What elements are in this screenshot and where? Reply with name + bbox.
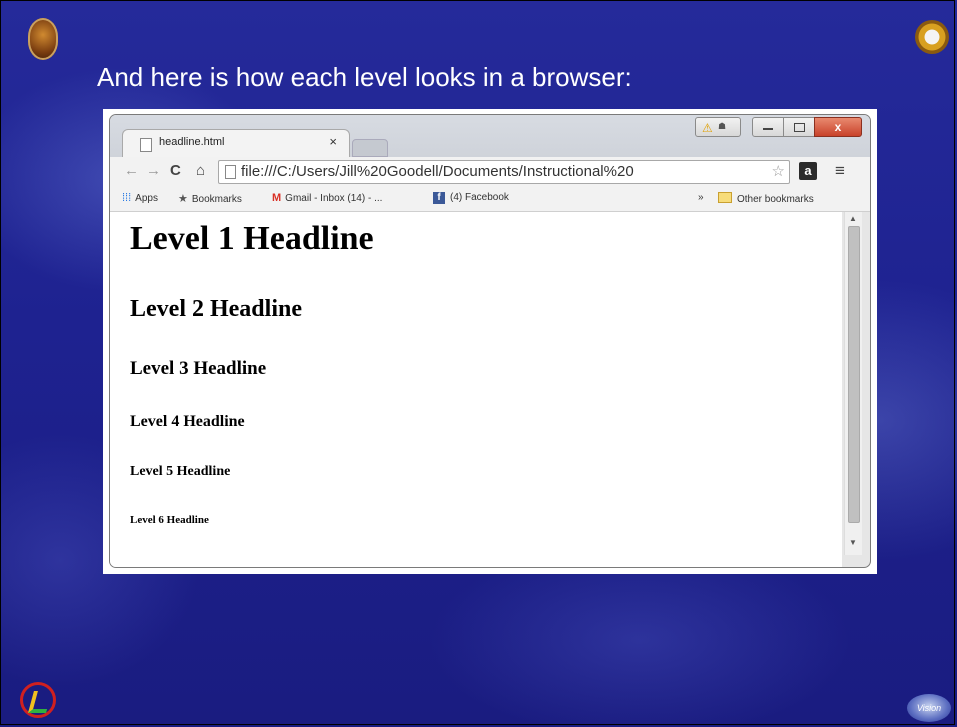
address-bar[interactable]: file:///C:/Users/Jill%20Goodell/Document… (218, 160, 790, 184)
reload-icon[interactable]: C (170, 162, 181, 179)
bookmark-label: Gmail - Inbox (14) - ... (285, 193, 383, 204)
home-icon[interactable]: ⌂ (196, 162, 205, 179)
headline-level-6: Level 6 Headline (130, 514, 209, 526)
amazon-extension-icon[interactable]: a (799, 162, 817, 180)
bookmark-apps[interactable]: ⁞⁞⁞ Apps (122, 192, 158, 204)
close-window-button[interactable]: x (814, 117, 862, 137)
scroll-up-arrow-icon[interactable]: ▲ (849, 214, 857, 223)
star-icon: ★ (178, 193, 188, 205)
tab-close-icon[interactable]: × (329, 134, 337, 149)
menu-icon[interactable]: ≡ (835, 161, 845, 181)
headline-level-3: Level 3 Headline (130, 358, 267, 379)
gmail-icon: M (272, 192, 282, 204)
gold-emblem-logo-icon (915, 20, 949, 54)
apps-icon: ⁞⁞⁞ (122, 192, 132, 204)
facebook-icon: f (433, 192, 445, 204)
maximize-button[interactable] (783, 117, 815, 137)
browser-screenshot: headline.html × ⚠ ☗ x ← → C ⌂ file:///C:… (103, 109, 877, 574)
bookmark-label: Bookmarks (191, 194, 242, 205)
bookmark-facebook[interactable]: f (4) Facebook (433, 192, 509, 204)
new-tab-button[interactable] (352, 139, 388, 157)
tab-headline-html[interactable]: headline.html × (122, 129, 350, 160)
window-warning-button[interactable]: ⚠ ☗ (695, 117, 741, 137)
vision-logo-icon: Vision (907, 694, 951, 722)
other-bookmarks-label: Other bookmarks (737, 194, 814, 205)
bookmark-gmail[interactable]: M Gmail - Inbox (14) - ... (272, 192, 382, 204)
headline-level-5: Level 5 Headline (130, 464, 231, 479)
minimize-button[interactable] (752, 117, 784, 137)
slide-title: And here is how each level looks in a br… (97, 62, 632, 92)
address-url: file:///C:/Users/Jill%20Goodell/Document… (241, 163, 634, 180)
other-bookmarks[interactable]: Other bookmarks (718, 192, 814, 205)
page-content: Level 1 Headline Level 2 Headline Level … (110, 212, 842, 567)
warning-icon: ⚠ (702, 121, 713, 135)
tab-title: headline.html (159, 136, 225, 148)
red-circle-logo-icon (20, 682, 56, 718)
bookmark-label: (4) Facebook (450, 192, 509, 203)
back-arrow-icon[interactable]: ← (124, 162, 139, 179)
person-icon: ☗ (718, 121, 727, 131)
scroll-thumb[interactable] (848, 226, 860, 523)
scroll-down-arrow-icon[interactable]: ▼ (849, 538, 857, 547)
bookmarks-overflow-icon[interactable]: » (698, 192, 704, 203)
bookmarks-bar: ⁞⁞⁞ Apps ★ Bookmarks M Gmail - Inbox (14) -… (110, 187, 870, 212)
folder-icon (718, 192, 732, 203)
bookmark-label: Apps (135, 193, 158, 204)
vertical-scrollbar[interactable]: ▲ ▼ (844, 212, 862, 555)
saint-portrait-logo-icon (28, 18, 58, 60)
page-icon (140, 138, 152, 152)
page-icon (225, 165, 236, 179)
headline-level-2: Level 2 Headline (130, 296, 302, 322)
forward-arrow-icon[interactable]: → (146, 162, 161, 179)
headline-level-1: Level 1 Headline (130, 220, 374, 257)
browser-window: headline.html × ⚠ ☗ x ← → C ⌂ file:///C:… (109, 114, 871, 568)
headline-level-4: Level 4 Headline (130, 413, 245, 430)
browser-toolbar: ← → C ⌂ file:///C:/Users/Jill%20Goodell/… (110, 157, 870, 187)
tab-strip: headline.html × ⚠ ☗ x (110, 115, 870, 160)
bookmark-bookmarks[interactable]: ★ Bookmarks (178, 192, 242, 205)
bookmark-star-icon[interactable]: ☆ (772, 162, 785, 180)
